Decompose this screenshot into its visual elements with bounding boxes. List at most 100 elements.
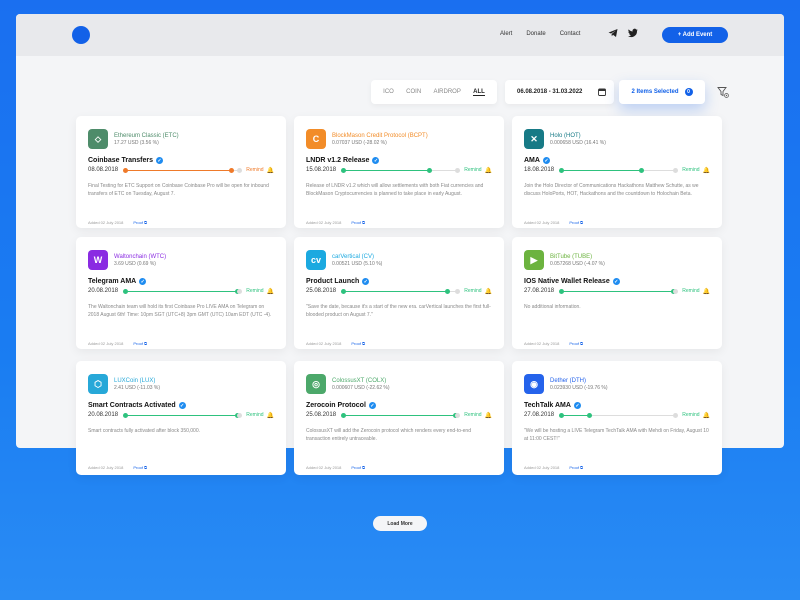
bell-icon: 🔔 (702, 412, 710, 419)
remind-button[interactable]: Remind 🔔 (682, 288, 710, 295)
telegram-icon[interactable] (608, 28, 618, 38)
countdown-end-dot (673, 412, 679, 418)
remind-button[interactable]: Remind 🔔 (246, 412, 274, 419)
remind-button[interactable]: Remind 🔔 (246, 167, 274, 174)
card-footer: Added 02 July 2018 Proof ⧉ (524, 341, 710, 346)
filter-clear-icon[interactable] (717, 86, 729, 98)
coin-name[interactable]: LUXCoin (LUX) (114, 377, 160, 385)
countdown-bar (123, 167, 243, 173)
event-card[interactable]: ◎ ColossusXT (COLX) 0.000607 USD (-22.62… (294, 361, 504, 475)
countdown-fill (560, 169, 642, 171)
items-selected-button[interactable]: 2 Items Selected 0 (619, 80, 705, 104)
filter-coin[interactable]: COIN (406, 89, 421, 95)
card-footer: Added 02 July 2018 Proof ⧉ (88, 220, 274, 225)
proof-link[interactable]: Proof ⧉ (133, 341, 147, 346)
added-date: Added 02 July 2018 (306, 220, 342, 225)
nav-alert[interactable]: Alert (500, 31, 512, 37)
proof-link[interactable]: Proof ⧉ (569, 220, 583, 225)
event-description: The Waltonchain team will hold its first… (88, 304, 272, 318)
card-header: ▶ BitTube (TUBE) 0.057268 USD (-4.07 %) (524, 249, 710, 271)
proof-label: Proof (133, 465, 143, 470)
verified-icon: ✓ (178, 402, 186, 409)
countdown-bar (559, 412, 679, 418)
event-description: No additional information. (524, 304, 581, 310)
remind-button[interactable]: Remind 🔔 (682, 167, 710, 174)
dether-icon: ◉ (524, 374, 544, 394)
nav-donate[interactable]: Donate (526, 31, 545, 37)
event-card[interactable]: C BlockMason Credit Protocol (BCPT) 0.07… (294, 116, 504, 228)
remind-button[interactable]: Remind 🔔 (682, 412, 710, 419)
event-description: "We will be hosting a LIVE Telegram Tech… (524, 428, 709, 442)
card-footer: Added 02 July 2018 Proof ⧉ (306, 220, 492, 225)
coin-name[interactable]: Waltonchain (WTC) (114, 253, 166, 261)
added-date: Added 02 July 2018 (88, 341, 124, 346)
coin-name[interactable]: Dether (DTH) (550, 377, 608, 385)
remind-button[interactable]: Remind 🔔 (246, 288, 274, 295)
event-card[interactable]: ✕ Holo (HOT) 0.000658 USD (16.41 %) AMA … (512, 116, 722, 228)
countdown-end-dot (237, 288, 243, 294)
event-title-row: TechTalk AMA ✓ (524, 402, 710, 409)
bell-icon: 🔔 (702, 288, 710, 295)
coin-name[interactable]: Ethereum Classic (ETC) (114, 132, 179, 140)
proof-label: Proof (351, 220, 361, 225)
colossusxt-icon: ◎ (306, 374, 326, 394)
coin-name[interactable]: carVertical (CV) (332, 253, 382, 261)
coin-name[interactable]: Holo (HOT) (550, 132, 606, 140)
countdown-end-dot (237, 167, 243, 173)
logo[interactable] (72, 26, 90, 44)
proof-link[interactable]: Proof ⧉ (351, 341, 365, 346)
event-timeline: 27.08.2018 Remind 🔔 (524, 411, 710, 419)
event-description: Smart contracts fully activated after bl… (88, 428, 200, 434)
event-card[interactable]: ◉ Dether (DTH) 0.023930 USD (-19.76 %) T… (512, 361, 722, 475)
bell-icon: 🔔 (484, 288, 492, 295)
event-title-row: Coinbase Transfers ✓ (88, 157, 274, 164)
twitter-icon[interactable] (628, 28, 638, 38)
ethereum-classic-icon: ⬦ (88, 129, 108, 149)
remind-button[interactable]: Remind 🔔 (464, 412, 492, 419)
proof-link[interactable]: Proof ⧉ (351, 465, 365, 470)
card-footer: Added 02 July 2018 Proof ⧉ (306, 465, 492, 470)
filter-airdrop[interactable]: AIRDROP (433, 89, 460, 95)
remind-button[interactable]: Remind 🔔 (464, 167, 492, 174)
event-card[interactable]: cv carVertical (CV) 0.00521 USD (5.10 %)… (294, 237, 504, 349)
proof-link[interactable]: Proof ⧉ (133, 220, 147, 225)
verified-icon: ✓ (542, 157, 550, 164)
bell-icon: 🔔 (484, 412, 492, 419)
countdown-marker-dot (427, 167, 433, 173)
event-card[interactable]: W Waltonchain (WTC) 3.69 USD (0.69 %) Te… (76, 237, 286, 349)
event-title: IOS Native Wallet Release (524, 278, 610, 285)
event-card[interactable]: ⬡ LUXCoin (LUX) 2.41 USD (-11.03 %) Smar… (76, 361, 286, 475)
bell-icon: 🔔 (266, 167, 274, 174)
proof-link[interactable]: Proof ⧉ (351, 220, 365, 225)
top-navbar: Alert Donate Contact + Add Event (16, 14, 784, 56)
countdown-bar (123, 288, 243, 294)
coin-name[interactable]: ColossusXT (COLX) (332, 377, 390, 385)
countdown-marker-dot (587, 412, 593, 418)
coin-name[interactable]: BitTube (TUBE) (550, 253, 605, 261)
event-timeline: 18.08.2018 Remind 🔔 (524, 166, 710, 174)
added-date: Added 02 July 2018 (306, 465, 342, 470)
event-title-row: Product Launch ✓ (306, 278, 492, 285)
nav-contact[interactable]: Contact (560, 31, 581, 37)
proof-link[interactable]: Proof ⧉ (569, 465, 583, 470)
verified-icon: ✓ (372, 157, 380, 164)
date-range-picker[interactable]: 06.08.2018 - 31.03.2022 (505, 80, 614, 104)
card-footer: Added 02 July 2018 Proof ⧉ (306, 341, 492, 346)
event-card[interactable]: ⬦ Ethereum Classic (ETC) 17.27 USD (3.56… (76, 116, 286, 228)
countdown-end-dot (455, 288, 461, 294)
event-card[interactable]: ▶ BitTube (TUBE) 0.057268 USD (-4.07 %) … (512, 237, 722, 349)
proof-link[interactable]: Proof ⧉ (133, 465, 147, 470)
filter-all[interactable]: ALL (473, 89, 485, 96)
event-description: ColossusXT will add the Zerocoin protoco… (306, 428, 471, 442)
verified-icon: ✓ (155, 157, 163, 164)
external-link-icon: ⧉ (362, 465, 365, 470)
verified-icon: ✓ (139, 278, 147, 285)
proof-link[interactable]: Proof ⧉ (569, 341, 583, 346)
add-event-button[interactable]: + Add Event (662, 27, 728, 43)
countdown-start-dot (559, 288, 564, 294)
filter-ico[interactable]: ICO (383, 89, 394, 95)
coin-name[interactable]: BlockMason Credit Protocol (BCPT) (332, 132, 428, 140)
event-title-row: AMA ✓ (524, 157, 710, 164)
remind-button[interactable]: Remind 🔔 (464, 288, 492, 295)
load-more-button[interactable]: Load More (373, 516, 427, 531)
